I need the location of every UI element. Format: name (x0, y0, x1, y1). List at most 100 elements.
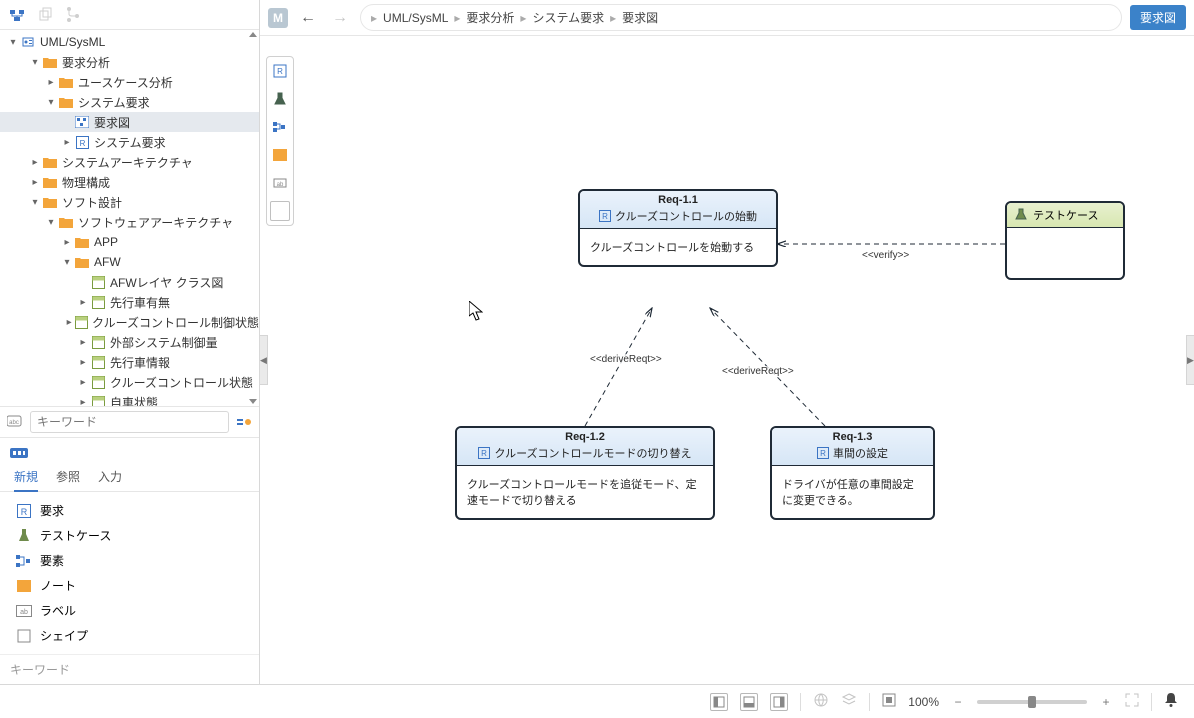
folder-icon (42, 174, 58, 190)
layers-icon[interactable] (841, 692, 857, 711)
svg-text:R: R (79, 139, 85, 148)
tree-scroll-gutter[interactable] (249, 30, 259, 406)
tree-item[interactable]: ▸自車状態 (0, 392, 259, 406)
model-tree[interactable]: ▾ UML/SysML ▾要求分析▸ユースケース分析▾システム要求要求図▸Rシス… (0, 30, 259, 406)
fullscreen-icon[interactable] (1125, 693, 1139, 710)
filter-settings-icon[interactable] (235, 413, 253, 431)
tree-item[interactable]: ▸クルーズコントロール状態 (0, 372, 259, 392)
tree-label: システム要求 (94, 134, 166, 151)
palette-item[interactable]: テストケース (0, 523, 259, 548)
palette-icon (10, 444, 28, 462)
collapse-right-handle[interactable]: ▶ (1186, 335, 1194, 385)
folder-icon (74, 254, 90, 270)
tree-label: 外部システム制御量 (110, 334, 218, 351)
tree-label: AFWレイヤ クラス図 (110, 274, 223, 291)
tool-label-icon[interactable]: ab (270, 173, 290, 193)
palette-item[interactable]: R要求 (0, 498, 259, 523)
tree-item[interactable]: AFWレイヤ クラス図 (0, 272, 259, 292)
folder-icon (58, 74, 74, 90)
tool-test-icon[interactable] (270, 89, 290, 109)
folder-icon (42, 194, 58, 210)
palette-tabs: 新規 参照 入力 (0, 464, 259, 492)
tree-item[interactable]: ▸APP (0, 232, 259, 252)
diagram-type-tag[interactable]: 要求図 (1130, 5, 1186, 30)
tool-req-icon[interactable]: R (270, 61, 290, 81)
tree-item[interactable]: ▾ソフトウェアアーキテクチャ (0, 212, 259, 232)
tree-search-input[interactable] (30, 411, 229, 433)
requirement-node[interactable]: Req-1.1 R クルーズコントロールの始動 クルーズコントロールを始動する (578, 189, 778, 267)
layout-btn-3[interactable] (770, 693, 788, 711)
tree-item[interactable]: ▾要求分析 (0, 52, 259, 72)
zoom-out-button[interactable]: − (951, 695, 965, 709)
tree-label: クルーズコントロール状態 (110, 374, 253, 391)
mouse-cursor (469, 301, 483, 321)
layout-btn-1[interactable] (710, 693, 728, 711)
testcase-node[interactable]: テストケース (1005, 201, 1125, 280)
palette-tab-new[interactable]: 新規 (14, 468, 38, 492)
folder-icon (42, 54, 58, 70)
nav-back-button[interactable]: ← (296, 9, 320, 27)
edges-layer (260, 36, 1194, 684)
palette-item[interactable]: 要素 (0, 548, 259, 573)
tool-shape-icon[interactable] (270, 201, 290, 221)
branch-icon[interactable] (64, 6, 82, 24)
tree-search-row: abc (0, 406, 259, 437)
model-badge[interactable]: M (268, 8, 288, 28)
diagram-canvas[interactable]: R ab ◀ ▶ (260, 36, 1194, 684)
crumb[interactable]: UML/SysML (383, 11, 448, 25)
tool-element-icon[interactable] (270, 117, 290, 137)
tree-root[interactable]: ▾ UML/SysML (0, 32, 259, 52)
bell-icon[interactable] (1164, 692, 1178, 711)
tree-item[interactable]: ▸Rシステム要求 (0, 132, 259, 152)
tree-item[interactable]: ▸物理構成 (0, 172, 259, 192)
edge-label-verify: <<verify>> (860, 250, 911, 261)
class-icon (75, 314, 88, 330)
palette-tab-input[interactable]: 入力 (98, 468, 122, 485)
crumb[interactable]: システム要求 (532, 9, 604, 26)
class-icon (90, 274, 106, 290)
palette-panel: 新規 参照 入力 R要求テストケース要素ノート abラベルシェイプ キーワード (0, 437, 259, 684)
svg-text:R: R (277, 67, 283, 76)
fit-icon[interactable] (882, 693, 896, 710)
breadcrumb[interactable]: ▸ UML/SysML ▸ 要求分析 ▸ システム要求 ▸ 要求図 (360, 4, 1122, 31)
zoom-slider[interactable] (977, 700, 1087, 704)
world-icon[interactable] (813, 692, 829, 711)
zoom-in-button[interactable]: + (1099, 695, 1113, 709)
crumb[interactable]: 要求分析 (466, 9, 514, 26)
palette-item[interactable]: ノート (0, 573, 259, 598)
node-id: Req-1.3 (778, 431, 927, 443)
tree-item[interactable]: 要求図 (0, 112, 259, 132)
palette-filter[interactable]: キーワード (0, 654, 259, 684)
tool-note-icon[interactable] (270, 145, 290, 165)
tree-item[interactable]: ▾AFW (0, 252, 259, 272)
tree-item[interactable]: ▸ユースケース分析 (0, 72, 259, 92)
tree-label: UML/SysML (40, 35, 105, 49)
tree-item[interactable]: ▸クルーズコントロール制御状態 (0, 312, 259, 332)
copy-icon[interactable] (36, 6, 54, 24)
class-icon (90, 334, 106, 350)
tool-icon[interactable] (8, 6, 26, 24)
palette-item-label: ノート (40, 577, 76, 594)
palette-tab-ref[interactable]: 参照 (56, 468, 80, 485)
palette-item-label: テストケース (40, 527, 111, 544)
node-title: 車間の設定 (833, 445, 888, 461)
requirement-node[interactable]: Req-1.3 R 車間の設定 ドライバが任意の車間設定に変更できる。 (770, 426, 935, 520)
nav-forward-button[interactable]: → (328, 9, 352, 27)
tree-item[interactable]: ▸システムアーキテクチャ (0, 152, 259, 172)
crumb[interactable]: 要求図 (622, 9, 658, 26)
tree-item[interactable]: ▸外部システム制御量 (0, 332, 259, 352)
palette-item[interactable]: abラベル (0, 598, 259, 623)
layout-btn-2[interactable] (740, 693, 758, 711)
svg-text:ab: ab (20, 609, 28, 616)
tree-item[interactable]: ▾ソフト設計 (0, 192, 259, 212)
tree-item[interactable]: ▾システム要求 (0, 92, 259, 112)
tree-item[interactable]: ▸先行車有無 (0, 292, 259, 312)
node-body: ドライバが任意の車間設定に変更できる。 (772, 466, 933, 518)
palette-item[interactable]: シェイプ (0, 623, 259, 648)
requirement-node[interactable]: Req-1.2 R クルーズコントロールモードの切り替え クルーズコントロールモ… (455, 426, 715, 520)
collapse-left-handle[interactable]: ◀ (260, 335, 268, 385)
abc-filter-icon[interactable]: abc (6, 413, 24, 431)
svg-text:R: R (482, 449, 488, 458)
tree-item[interactable]: ▸先行車情報 (0, 352, 259, 372)
node-title: クルーズコントロールの始動 (615, 208, 757, 224)
